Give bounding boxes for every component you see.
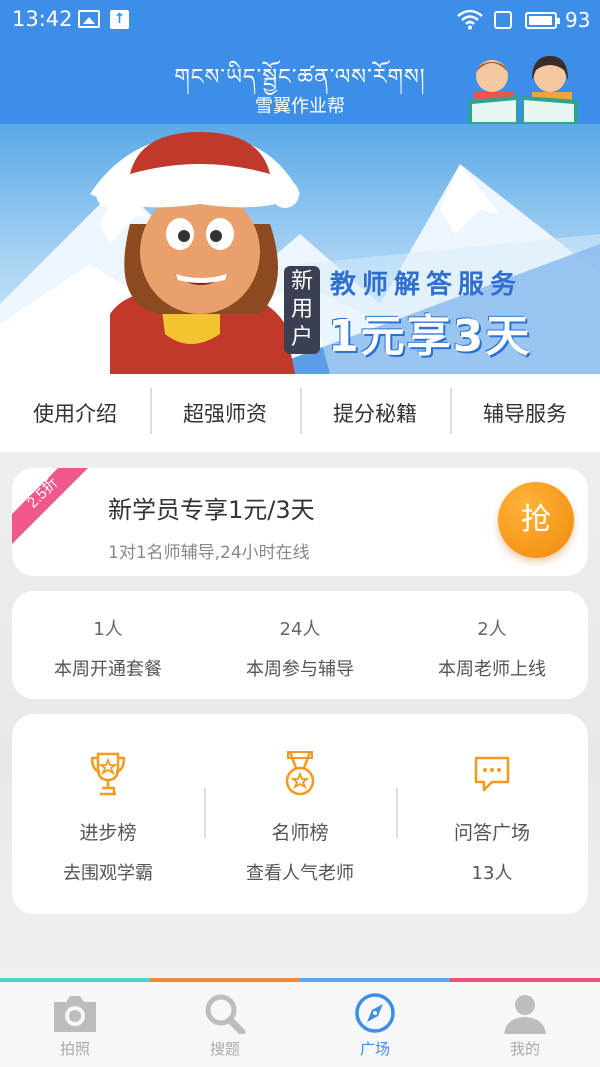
menu-item-tips[interactable]: 提分秘籍 [300,388,450,434]
mascot-illustration [90,132,300,374]
new-user-tag: 新用户 [284,266,320,354]
feature-desc: 去围观学霸 [63,863,153,884]
tab-square[interactable]: 广场 [300,982,450,1067]
stat-label: 本周参与辅导 [246,659,354,680]
features-card: 进步榜 去围观学霸 名师榜 查看人气老师 问答广场 13人 [12,714,588,914]
banner-promo: 1元享3天 [328,311,532,362]
wifi-icon [457,9,483,30]
stat-teachers-online: 2人 本周老师上线 [396,591,588,699]
camera-icon [54,996,96,1032]
promo-banner[interactable]: 新用户 教师解答服务 1元享3天 [0,124,600,374]
compass-icon [355,993,395,1033]
cards-area: 2.5折 新学员专享1元/3天 1对1名师辅导,24小时在线 抢 1人 本周开通… [0,452,600,978]
stats-card: 1人 本周开通套餐 24人 本周参与辅导 2人 本周老师上线 [12,591,588,699]
tab-camera[interactable]: 拍照 [0,982,150,1067]
kids-reading-illustration [468,56,578,124]
feature-teacher-board[interactable]: 名师榜 查看人气老师 [204,714,396,914]
person-icon [504,995,546,1034]
discount-ribbon: 2.5折 [12,468,88,544]
gallery-icon [78,10,100,28]
stat-label: 本周老师上线 [438,659,546,680]
app-top: 13:42 ↑ 93 གངས་ཡིད་སྦྱོང་ཚན་ལས་རོགས། 雪翼作… [0,0,600,124]
sim-icon [494,11,512,29]
tab-label: 拍照 [59,1040,90,1058]
feature-name: 名师榜 [271,822,329,844]
stat-tutoring: 24人 本周参与辅导 [204,591,396,699]
stat-label: 本周开通套餐 [54,659,162,680]
menu-item-services[interactable]: 辅导服务 [450,388,600,434]
tab-label: 广场 [359,1040,390,1058]
top-menu: 使用介绍 超强师资 提分秘籍 辅导服务 [0,374,600,452]
feature-progress-board[interactable]: 进步榜 去围观学霸 [12,714,204,914]
feature-desc: 13人 [471,863,513,884]
chat-icon [474,756,510,792]
feature-desc: 查看人气老师 [246,863,354,884]
app-header: གངས་ཡིད་སྦྱོང་ཚན་ལས་རོགས། 雪翼作业帮 [0,40,600,124]
tab-search[interactable]: 搜题 [150,982,300,1067]
tab-me[interactable]: 我的 [450,982,600,1067]
feature-name: 进步榜 [79,822,137,844]
trophy-icon [90,752,126,796]
menu-item-intro[interactable]: 使用介绍 [0,398,150,428]
tab-label: 我的 [509,1040,540,1058]
grab-button[interactable]: 抢 [498,482,574,558]
feature-qa-square[interactable]: 问答广场 13人 [396,714,588,914]
offer-title: 新学员专享1元/3天 [108,496,315,524]
stat-value: 24人 [279,619,321,640]
banner-headline: 教师解答服务 [330,270,523,300]
tab-label: 搜题 [209,1040,240,1058]
feature-name: 问答广场 [453,822,530,844]
medal-icon [285,751,315,796]
search-icon [205,994,246,1034]
menu-item-teachers[interactable]: 超强师资 [150,388,300,434]
stat-packages: 1人 本周开通套餐 [12,591,204,699]
bottom-nav: 拍照 搜题 广场 我的 [0,978,600,1067]
offer-subtitle: 1对1名师辅导,24小时在线 [108,543,310,563]
stat-value: 2人 [477,619,507,640]
status-time: 13:42 [12,7,73,31]
status-bar: 13:42 ↑ 93 [0,0,600,40]
upload-icon: ↑ [110,10,129,29]
battery-percent: 93 [565,8,591,32]
offer-card[interactable]: 2.5折 新学员专享1元/3天 1对1名师辅导,24小时在线 抢 [12,468,588,576]
battery-icon [525,12,560,29]
stat-value: 1人 [93,619,123,640]
